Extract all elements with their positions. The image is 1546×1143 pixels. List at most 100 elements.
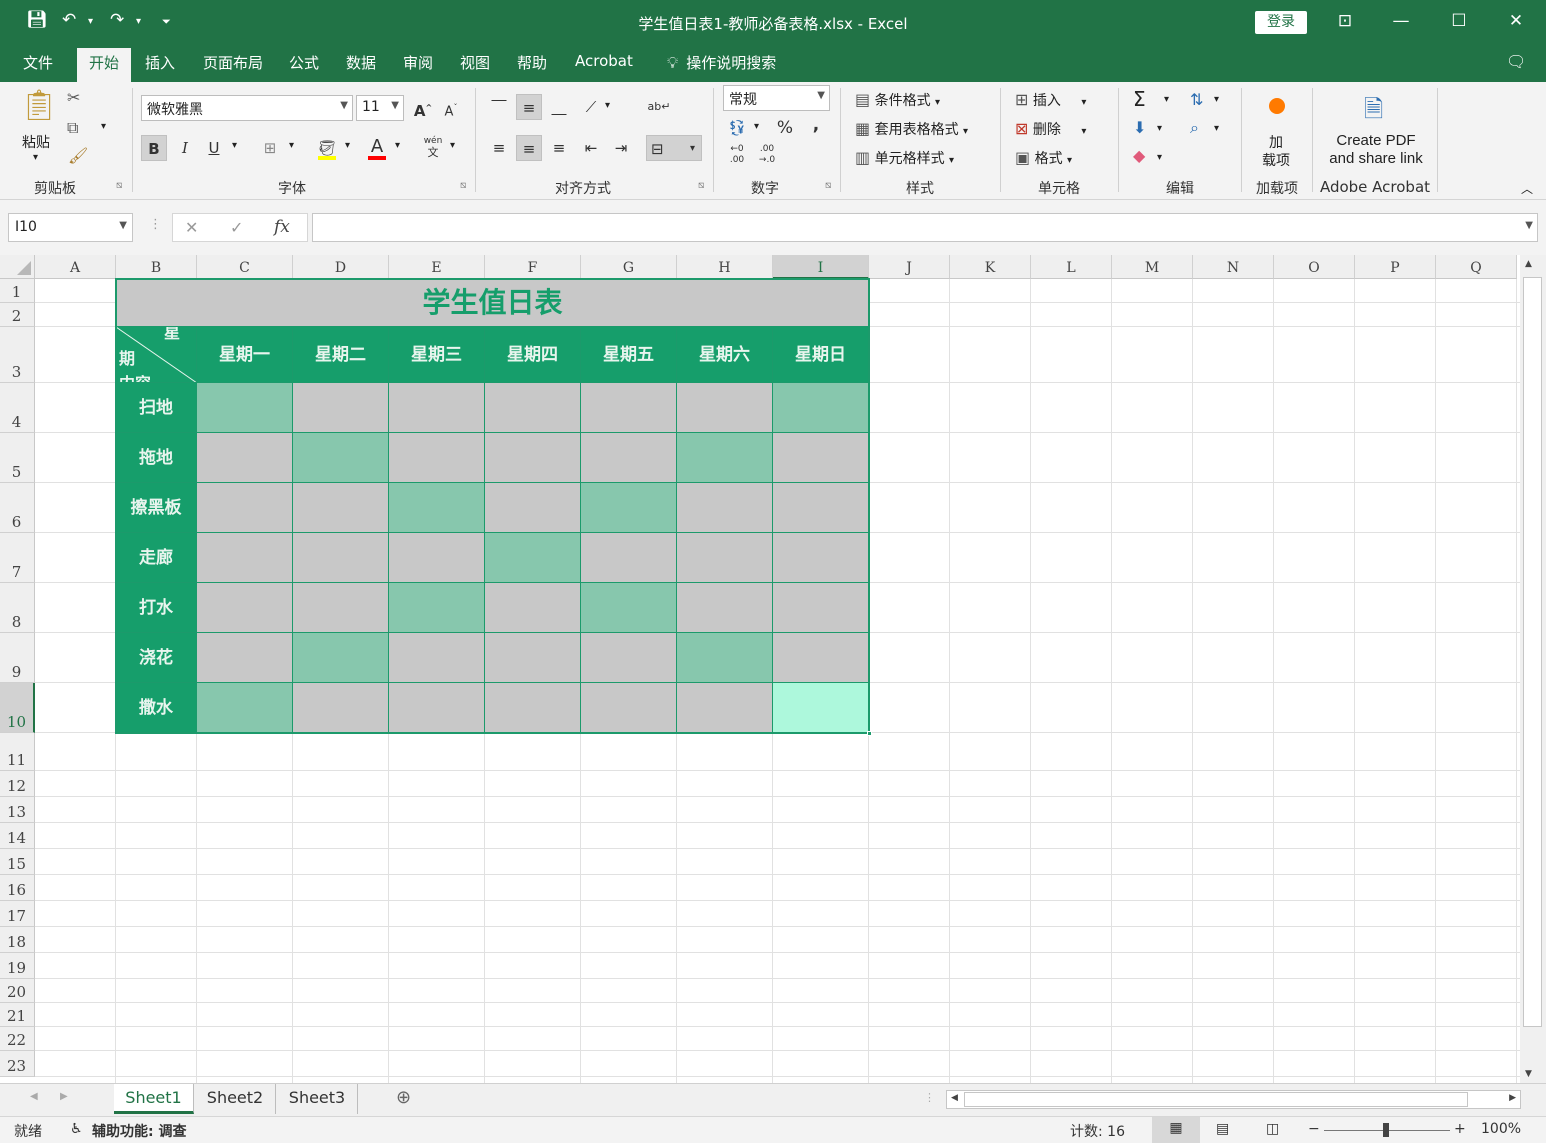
duty-cell[interactable] xyxy=(197,633,293,683)
scroll-down-icon[interactable]: ▼ xyxy=(1525,1069,1532,1079)
row-header[interactable]: 10 xyxy=(0,683,35,733)
row-header[interactable]: 11 xyxy=(0,733,35,771)
diagonal-header-cell[interactable]: 星期内容 xyxy=(116,327,197,383)
sheet-tab-1[interactable]: Sheet1 xyxy=(114,1084,194,1114)
duty-cell[interactable] xyxy=(389,383,485,433)
duty-cell[interactable] xyxy=(485,533,581,583)
addins-line2[interactable]: 载项 xyxy=(1262,150,1290,170)
tab-file[interactable]: 文件 xyxy=(23,52,53,73)
row-header[interactable]: 2 xyxy=(0,303,35,327)
task-name-cell[interactable]: 浇花 xyxy=(116,633,197,683)
duty-cell[interactable] xyxy=(581,433,677,483)
task-name-cell[interactable]: 拖地 xyxy=(116,433,197,483)
font-name-combo[interactable]: 微软雅黑 ▼ xyxy=(141,95,353,121)
duty-cell[interactable] xyxy=(293,683,389,733)
row-header[interactable]: 14 xyxy=(0,823,35,849)
tab-review[interactable]: 审阅 xyxy=(403,52,433,73)
column-header[interactable]: E xyxy=(389,255,485,279)
paste-label[interactable]: 粘贴 xyxy=(22,132,50,152)
task-name-cell[interactable]: 扫地 xyxy=(116,383,197,433)
comma-style-button[interactable]: , xyxy=(803,112,829,138)
create-pdf-line1[interactable]: Create PDF xyxy=(1318,132,1434,149)
duty-cell[interactable] xyxy=(581,683,677,733)
row-header[interactable]: 18 xyxy=(0,927,35,953)
accounting-format-icon[interactable]: 💱︎ xyxy=(724,115,750,141)
cut-icon[interactable]: ✂ xyxy=(67,88,80,107)
format-as-table-button[interactable]: ▦ 套用表格格式 ▾ xyxy=(855,119,968,139)
duty-cell[interactable] xyxy=(293,633,389,683)
align-bottom-icon[interactable]: ⎽ xyxy=(546,94,572,120)
align-left-icon[interactable]: ≡ xyxy=(486,135,512,161)
duty-cell[interactable] xyxy=(485,383,581,433)
duty-cell[interactable] xyxy=(677,433,773,483)
duty-cell[interactable] xyxy=(389,583,485,633)
duty-cell[interactable] xyxy=(677,683,773,733)
column-header[interactable]: M xyxy=(1112,255,1193,279)
duty-cell[interactable] xyxy=(581,483,677,533)
row-header[interactable]: 5 xyxy=(0,433,35,483)
day-header-cell[interactable]: 星期二 xyxy=(293,327,389,383)
insert-function-icon[interactable]: fx xyxy=(274,217,290,237)
sort-filter-dropdown-icon[interactable]: ▾ xyxy=(1214,94,1219,105)
duty-cell[interactable] xyxy=(293,483,389,533)
column-header[interactable]: A xyxy=(35,255,116,279)
shrink-font-button[interactable]: Aˇ xyxy=(438,95,464,121)
formula-input[interactable]: ▼ xyxy=(312,213,1538,242)
duty-cell[interactable] xyxy=(389,483,485,533)
row-header[interactable]: 23 xyxy=(0,1051,35,1077)
accessibility-status[interactable]: 辅助功能: 调查 xyxy=(92,1121,186,1141)
scroll-left-icon[interactable]: ◀ xyxy=(951,1093,958,1103)
paste-dropdown-icon[interactable]: ▾ xyxy=(33,152,38,163)
duty-cell[interactable] xyxy=(773,583,869,633)
duty-cell[interactable] xyxy=(581,383,677,433)
row-header[interactable]: 15 xyxy=(0,849,35,875)
tab-page-layout[interactable]: 页面布局 xyxy=(203,52,263,73)
row-header[interactable]: 16 xyxy=(0,875,35,901)
duty-cell[interactable] xyxy=(389,683,485,733)
tab-splitter-icon[interactable]: ⋮ xyxy=(924,1091,935,1104)
duty-cell[interactable] xyxy=(773,633,869,683)
duty-cell[interactable] xyxy=(677,383,773,433)
scroll-up-icon[interactable]: ▲ xyxy=(1525,259,1532,269)
row-header[interactable]: 13 xyxy=(0,797,35,823)
row-header[interactable]: 4 xyxy=(0,383,35,433)
duty-cell[interactable] xyxy=(293,533,389,583)
tab-home[interactable]: 开始 xyxy=(77,48,132,82)
duty-cell[interactable] xyxy=(293,383,389,433)
column-header[interactable]: D xyxy=(293,255,389,279)
duty-cell[interactable] xyxy=(197,533,293,583)
alignment-launcher-icon[interactable]: ⧅ xyxy=(698,180,704,191)
format-painter-icon[interactable]: 🖌︎ xyxy=(68,146,88,165)
fill-icon[interactable]: ⬇ xyxy=(1133,118,1146,137)
align-center-icon[interactable]: ≡ xyxy=(516,135,542,161)
sheet-tab-2[interactable]: Sheet2 xyxy=(195,1084,276,1114)
day-header-cell[interactable]: 星期一 xyxy=(197,327,293,383)
copy-icon[interactable]: ⧉ xyxy=(67,118,78,138)
zoom-out-icon[interactable]: − xyxy=(1308,1121,1320,1137)
row-header[interactable]: 1 xyxy=(0,279,35,303)
duty-cell[interactable] xyxy=(677,483,773,533)
copy-dropdown-icon[interactable]: ▾ xyxy=(101,121,106,132)
font-color-button[interactable]: A xyxy=(364,134,390,160)
zoom-level[interactable]: 100% xyxy=(1481,1121,1521,1137)
clipboard-launcher-icon[interactable]: ⧅ xyxy=(116,180,122,191)
decrease-indent-icon[interactable]: ⇤ xyxy=(578,135,604,161)
row-header[interactable]: 3 xyxy=(0,327,35,383)
row-header[interactable]: 19 xyxy=(0,953,35,979)
minimize-icon[interactable]: — xyxy=(1381,8,1421,34)
duty-cell[interactable] xyxy=(197,483,293,533)
delete-cells-button[interactable]: ⊠ 删除 ▾ xyxy=(1015,119,1086,139)
number-launcher-icon[interactable]: ⧅ xyxy=(825,180,831,191)
merge-center-icon[interactable]: ⊟ ▾ xyxy=(646,135,702,161)
wrap-text-icon[interactable]: ab↵ xyxy=(646,94,672,120)
scroll-right-icon[interactable]: ▶ xyxy=(1509,1093,1516,1103)
column-header[interactable]: L xyxy=(1031,255,1112,279)
tell-me-search[interactable]: 💡︎ 操作说明搜索 xyxy=(667,52,776,73)
duty-cell[interactable] xyxy=(389,633,485,683)
column-header[interactable]: Q xyxy=(1436,255,1517,279)
row-header[interactable]: 7 xyxy=(0,533,35,583)
cancel-icon[interactable]: ✕ xyxy=(185,218,198,237)
phonetic-dropdown-icon[interactable]: ▾ xyxy=(450,140,455,151)
fill-color-icon[interactable]: 🪣︎ xyxy=(314,135,340,161)
ribbon-display-icon[interactable]: ⊡ xyxy=(1325,8,1365,34)
